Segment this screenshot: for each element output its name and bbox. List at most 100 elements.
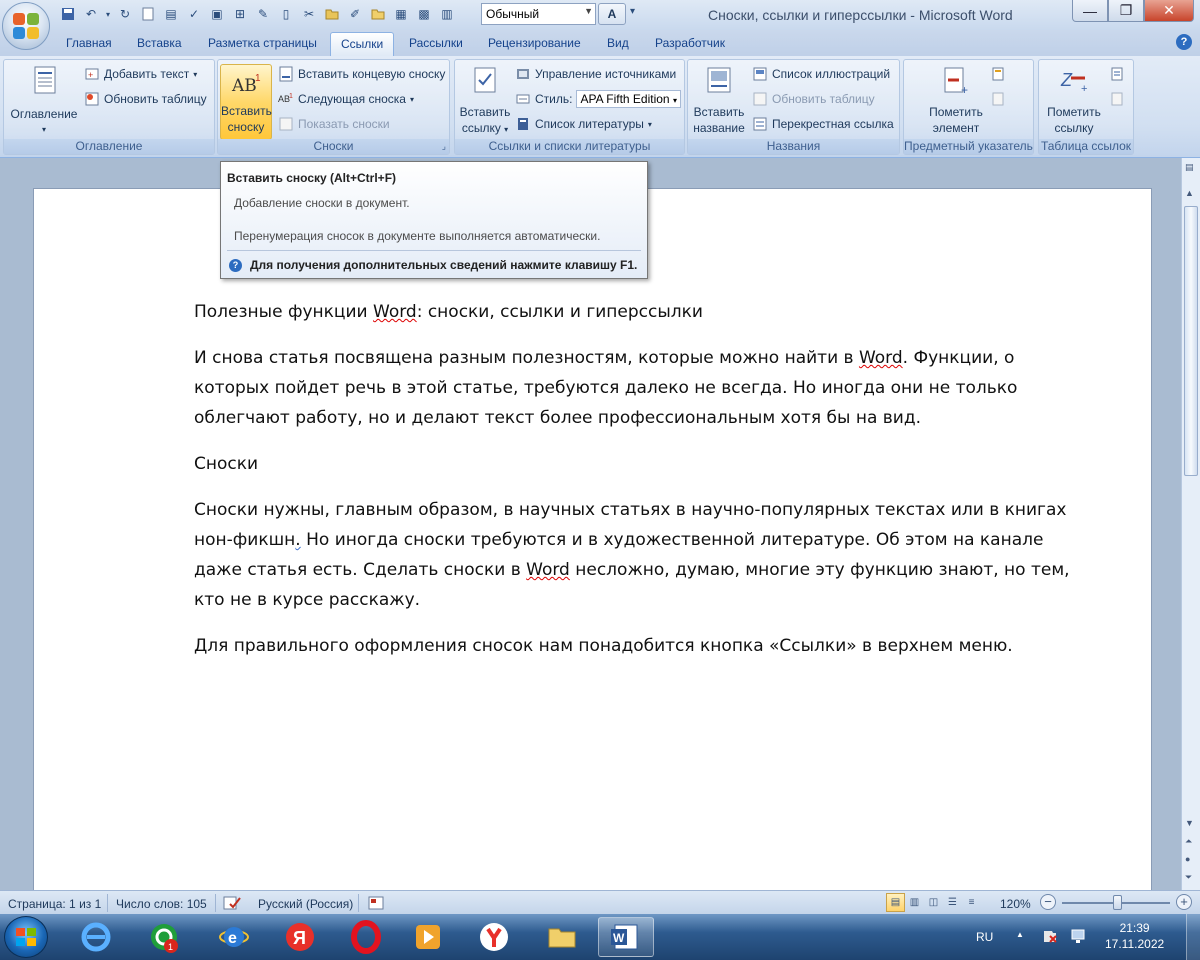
text-run: Полезные функции	[194, 302, 373, 322]
clock[interactable]: 21:39 17.11.2022	[1105, 920, 1164, 952]
messenger-icon[interactable]: 1	[136, 917, 192, 957]
mark-entry-button[interactable]: + Пометить элемент	[914, 64, 998, 136]
file-explorer-icon[interactable]	[534, 917, 590, 957]
internet-explorer-icon[interactable]	[68, 917, 124, 957]
previous-page-icon[interactable]: ⏶	[1185, 836, 1192, 847]
zoom-level[interactable]: 120%	[1000, 897, 1031, 911]
scroll-down-icon[interactable]: ▼	[1185, 818, 1194, 828]
format-painter-icon[interactable]: ✎	[253, 4, 273, 24]
add-text-button[interactable]: + Добавить текст ▾	[84, 63, 197, 85]
help-icon[interactable]: ?	[1176, 34, 1192, 50]
insert-endnote-button[interactable]: Вставить концевую сноску	[278, 63, 445, 85]
insert-table-of-authorities-button[interactable]	[1109, 63, 1125, 85]
track-changes-icon[interactable]: ✐	[345, 4, 365, 24]
redo-icon[interactable]: ↻	[115, 4, 135, 24]
open-folder-icon[interactable]	[322, 4, 342, 24]
word-count[interactable]: Число слов: 105	[116, 897, 207, 911]
image-icon[interactable]: ▩	[414, 4, 434, 24]
network-icon[interactable]	[1070, 928, 1086, 947]
save-icon[interactable]	[58, 4, 78, 24]
update-toc-button[interactable]: Обновить таблицу	[84, 88, 207, 110]
show-desktop-button[interactable]	[1186, 914, 1200, 960]
folder-icon[interactable]	[368, 4, 388, 24]
insert-footnote-button[interactable]: AB 1 Вставить сноску	[220, 64, 272, 140]
tab-view[interactable]: Вид	[607, 36, 629, 50]
style-selector[interactable]: Обычный ▼	[481, 3, 596, 25]
language-indicator-taskbar[interactable]: RU	[976, 930, 993, 944]
zoom-out-icon[interactable]: −	[1040, 894, 1056, 910]
scroll-up-icon[interactable]: ▲	[1185, 188, 1194, 198]
undo-dropdown-icon[interactable]: ▾	[104, 4, 112, 24]
tab-review[interactable]: Рецензирование	[488, 36, 581, 50]
table-icon[interactable]: ⊞	[230, 4, 250, 24]
dialog-launcher-icon[interactable]: ⌟	[442, 141, 446, 152]
tab-developer[interactable]: Разработчик	[655, 36, 725, 50]
full-screen-reading-icon[interactable]: ▥	[905, 893, 924, 912]
print-layout-icon[interactable]: ▤	[886, 893, 905, 912]
yandex-browser-icon[interactable]	[466, 917, 522, 957]
start-button[interactable]	[4, 916, 48, 958]
document-icon[interactable]: ▯	[276, 4, 296, 24]
cut-icon[interactable]: ✂	[299, 4, 319, 24]
update-index-button[interactable]	[990, 88, 1006, 110]
quick-styles-button[interactable]: A	[598, 3, 626, 25]
manage-sources-button[interactable]: Управление источниками	[515, 63, 676, 85]
insert-caption-button[interactable]: Вставить название	[690, 64, 748, 136]
media-player-icon[interactable]	[400, 917, 456, 957]
next-footnote-button[interactable]: AB 1 Следующая сноска ▾	[278, 88, 414, 110]
scroll-thumb[interactable]	[1184, 206, 1198, 476]
undo-icon[interactable]: ↶	[81, 4, 101, 24]
macro-icon[interactable]	[368, 895, 384, 914]
group-index: + Пометить элемент Предметный указатель	[903, 59, 1034, 155]
tab-page-layout[interactable]: Разметка страницы	[208, 36, 317, 50]
update-toa-button[interactable]	[1109, 88, 1125, 110]
group-index-label: Предметный указатель	[904, 139, 1033, 154]
tab-home[interactable]: Главная	[66, 36, 112, 50]
minimize-button[interactable]: —	[1072, 0, 1108, 22]
mark-citation-button[interactable]: Z + Пометить ссылку	[1041, 64, 1107, 136]
tab-mailings[interactable]: Рассылки	[409, 36, 463, 50]
toc-button[interactable]: Оглавление ▾	[7, 64, 81, 138]
word-icon[interactable]: W	[598, 917, 654, 957]
spelling-icon[interactable]: ✓	[184, 4, 204, 24]
internet-explorer-alt-icon[interactable]: e	[206, 917, 262, 957]
paste-icon[interactable]: ▦	[391, 4, 411, 24]
cross-reference-icon	[752, 116, 768, 132]
browse-object-icon[interactable]: ●	[1185, 854, 1190, 864]
styles-icon[interactable]: ▥	[437, 4, 457, 24]
table-of-figures-button[interactable]: Список иллюстраций	[752, 63, 890, 85]
show-notes-button[interactable]: Показать сноски	[278, 113, 390, 135]
tab-references[interactable]: Ссылки	[330, 32, 395, 58]
bibliography-button[interactable]: Список литературы ▾	[515, 113, 652, 135]
tray-expand-icon[interactable]: ▲	[1016, 930, 1024, 939]
page-count[interactable]: Страница: 1 из 1	[8, 897, 101, 911]
vertical-scrollbar[interactable]: ▤ ▲ ▼ ⏶ ● ⏷	[1181, 158, 1200, 890]
zoom-in-icon[interactable]: +	[1176, 894, 1192, 910]
maximize-button[interactable]: ❐	[1108, 0, 1144, 22]
draft-icon[interactable]: ≡	[962, 893, 981, 912]
web-layout-icon[interactable]: ◫	[924, 893, 943, 912]
ruler-toggle-icon[interactable]: ▤	[1185, 162, 1194, 173]
zoom-slider-thumb[interactable]	[1113, 895, 1122, 910]
customize-toolbar-icon[interactable]: ▾	[630, 6, 635, 17]
proofing-icon[interactable]	[222, 894, 242, 915]
cross-reference-button[interactable]: Перекрестная ссылка	[752, 113, 894, 135]
next-page-icon[interactable]: ⏷	[1185, 872, 1192, 883]
close-button[interactable]: ✕	[1144, 0, 1194, 22]
picture-icon[interactable]: ▣	[207, 4, 227, 24]
opera-icon[interactable]	[338, 917, 394, 957]
citation-style-select[interactable]: APA Fifth Edition ▾	[576, 90, 681, 108]
update-figures-table-button[interactable]: Обновить таблицу	[752, 88, 875, 110]
action-center-icon[interactable]	[1042, 928, 1058, 947]
document-page[interactable]: Полезные функции Word: сноски, ссылки и …	[33, 188, 1152, 890]
format-icon[interactable]: ▤	[161, 4, 181, 24]
yandex-icon[interactable]: Я	[272, 917, 328, 957]
insert-index-button[interactable]	[990, 63, 1006, 85]
office-button[interactable]	[2, 2, 50, 50]
language-indicator[interactable]: Русский (Россия)	[258, 897, 353, 911]
new-document-icon[interactable]	[138, 4, 158, 24]
insert-citation-button[interactable]: Вставить ссылку ▾	[457, 64, 513, 138]
document-text[interactable]: Полезные функции Word: сноски, ссылки и …	[194, 297, 1074, 677]
tab-insert[interactable]: Вставка	[137, 36, 182, 50]
outline-icon[interactable]: ☰	[943, 893, 962, 912]
